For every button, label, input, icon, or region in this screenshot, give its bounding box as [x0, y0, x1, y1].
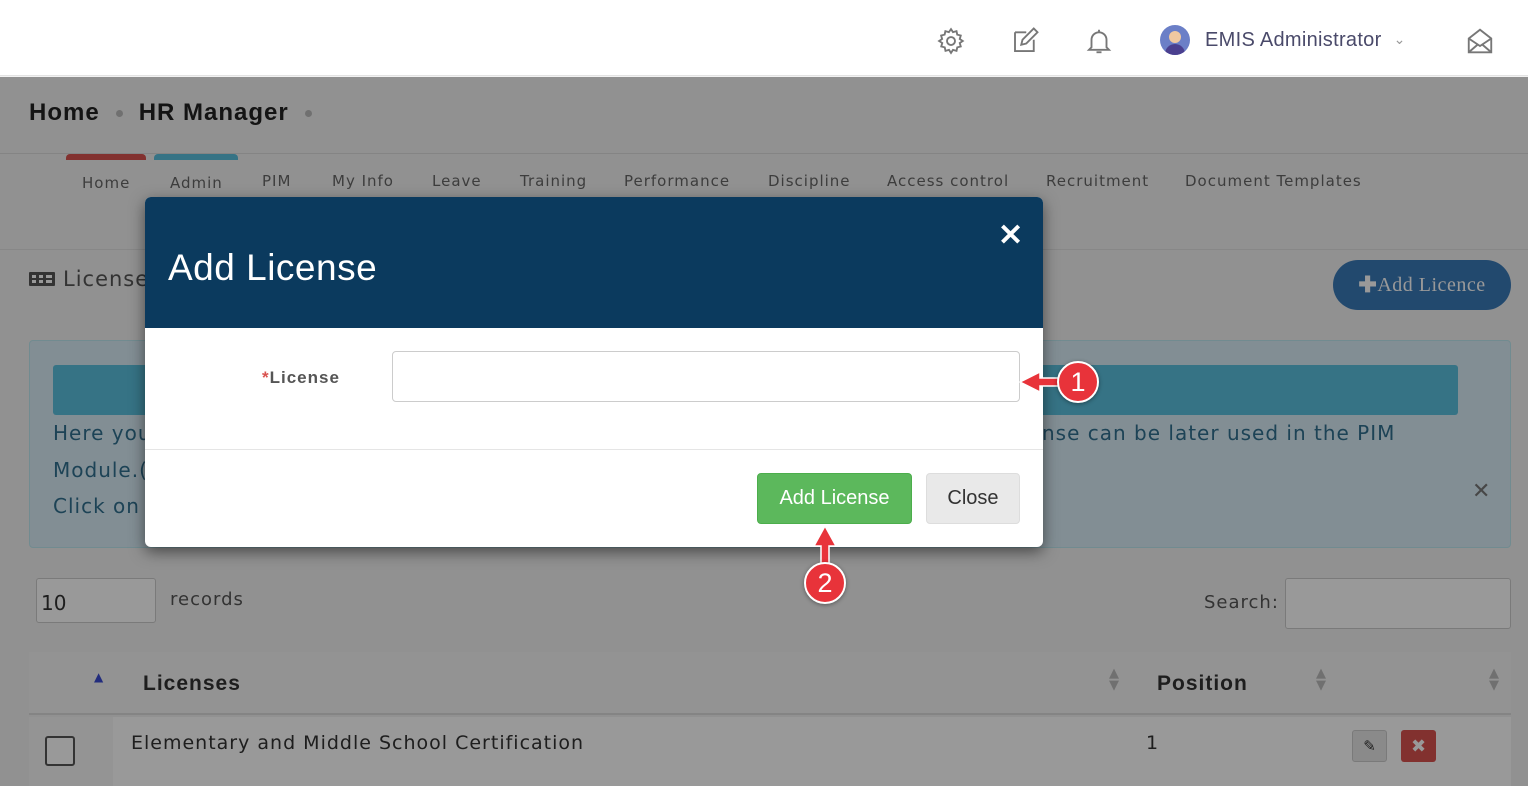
modal-header: Add License ✕ [145, 197, 1043, 328]
add-license-modal: Add License ✕ *License Add License Close [145, 197, 1043, 547]
user-name: EMIS Administrator [1205, 28, 1382, 51]
required-mark: * [262, 368, 270, 387]
edit-icon[interactable] [1010, 26, 1040, 56]
gear-icon[interactable] [936, 26, 966, 56]
callout-badge-1: 1 [1057, 361, 1099, 403]
license-field-label-text: License [269, 368, 340, 387]
divider [145, 449, 1043, 450]
bell-icon[interactable] [1084, 26, 1114, 56]
add-license-button[interactable]: Add License [757, 473, 912, 524]
user-menu[interactable]: EMIS Administrator ⌄ [1160, 24, 1405, 56]
license-field-label: *License [262, 368, 340, 388]
envelope-open-icon[interactable] [1465, 26, 1495, 56]
chevron-down-icon: ⌄ [1393, 32, 1406, 48]
callout-badge-2: 2 [804, 562, 846, 604]
license-input[interactable] [392, 351, 1020, 402]
top-bar: EMIS Administrator ⌄ [0, 0, 1528, 76]
close-button[interactable]: Close [926, 473, 1020, 524]
modal-title: Add License [168, 247, 378, 288]
avatar [1160, 25, 1190, 55]
modal-close-icon[interactable]: ✕ [998, 221, 1023, 251]
